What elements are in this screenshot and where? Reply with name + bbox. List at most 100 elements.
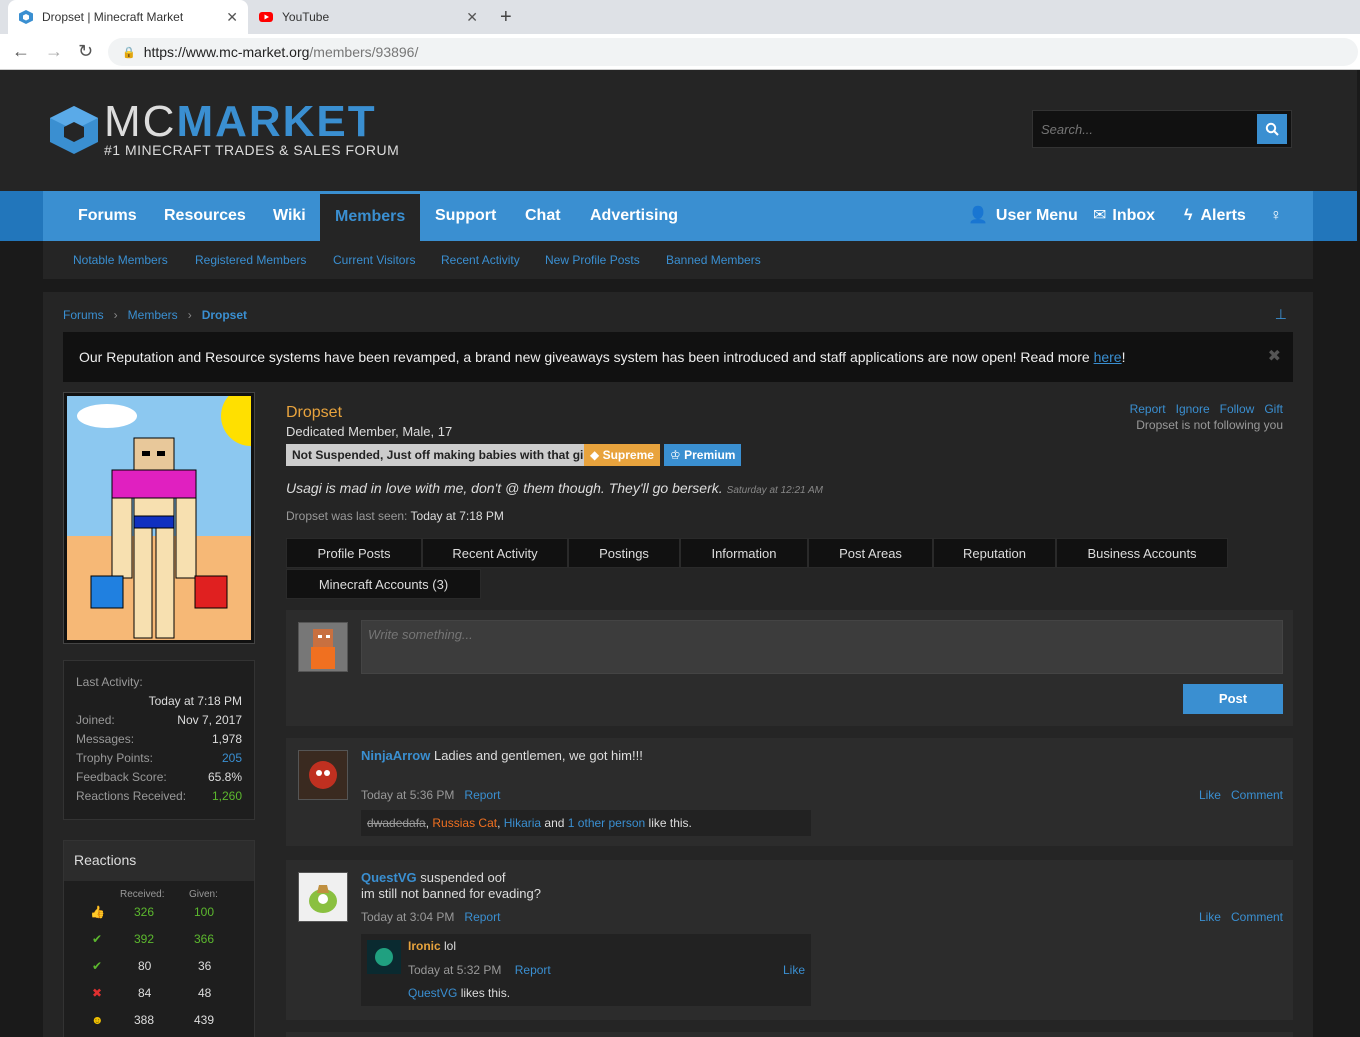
nav-user-menu[interactable]: 👤 User Menu: [968, 191, 1078, 241]
browser-tab-active[interactable]: Dropset | Minecraft Market ✕: [8, 0, 248, 34]
close-icon[interactable]: ✖: [1268, 332, 1281, 382]
stat-trophy-points[interactable]: 205: [222, 749, 242, 768]
report-link[interactable]: Report: [464, 788, 500, 802]
nav-chat[interactable]: Chat: [525, 191, 561, 241]
profile-avatar[interactable]: [63, 386, 281, 644]
tab-post-areas[interactable]: Post Areas: [808, 538, 933, 568]
likes-summary: dwadedafa, Russias Cat, Hikaria and 1 ot…: [361, 810, 811, 836]
new-tab-icon[interactable]: +: [500, 6, 512, 29]
report-link[interactable]: Report: [464, 910, 500, 924]
lightbulb-icon[interactable]: ♀: [1270, 191, 1282, 241]
browser-tab-title: YouTube: [282, 10, 330, 24]
tab-business-accounts[interactable]: Business Accounts: [1056, 538, 1228, 568]
comment-link[interactable]: Comment: [1231, 788, 1283, 802]
reaction-received: 84: [138, 986, 152, 1000]
stat-row: Trophy Points: 205: [76, 749, 242, 768]
subnav-new-profile-posts[interactable]: New Profile Posts: [545, 253, 640, 267]
browser-tab-youtube[interactable]: YouTube ✕: [248, 0, 488, 34]
url-field[interactable]: 🔒 https://www.mc-market.org/members/9389…: [108, 38, 1358, 66]
check-icon: ✔: [92, 959, 103, 973]
report-link[interactable]: Report: [1130, 402, 1166, 416]
site-header: MCMARKET #1 MINECRAFT TRADES & SALES FOR…: [0, 70, 1357, 191]
reaction-row: ☻ 388 439: [64, 1013, 254, 1037]
nav-wiki[interactable]: Wiki: [273, 191, 306, 241]
post-button[interactable]: Post: [1183, 684, 1283, 714]
tab-minecraft-accounts[interactable]: Minecraft Accounts (3): [286, 569, 481, 599]
subnav-current-visitors[interactable]: Current Visitors: [333, 253, 415, 267]
mcmarket-logo-icon[interactable]: [48, 104, 100, 156]
reaction-given: 366: [194, 932, 215, 946]
liker-user[interactable]: Russias Cat: [432, 816, 497, 830]
profile-post-input[interactable]: [361, 620, 1283, 674]
address-bar: ← → ↻ 🔒 https://www.mc-market.org/member…: [0, 34, 1360, 70]
browser-tab-strip: Dropset | Minecraft Market ✕ YouTube ✕ +: [0, 0, 1360, 34]
like-link[interactable]: Like: [783, 963, 805, 977]
thumbs-up-icon: 👍: [90, 905, 105, 919]
reaction-given: 439: [194, 1013, 215, 1027]
nav-forums[interactable]: Forums: [78, 191, 137, 241]
tab-profile-posts[interactable]: Profile Posts: [286, 538, 422, 568]
notice-banner: Our Reputation and Resource systems have…: [63, 332, 1293, 382]
close-tab-icon[interactable]: ✕: [466, 9, 478, 26]
logo-tagline: #1 MINECRAFT TRADES & SALES FORUM: [104, 142, 400, 158]
sub-nav: Notable Members Registered Members Curre…: [43, 241, 1313, 279]
avatar[interactable]: [298, 750, 348, 800]
subnav-notable-members[interactable]: Notable Members: [73, 253, 168, 267]
search-button[interactable]: [1257, 114, 1287, 144]
tab-reputation[interactable]: Reputation: [933, 538, 1056, 568]
ignore-link[interactable]: Ignore: [1176, 402, 1210, 416]
diamond-icon: ◆: [590, 448, 603, 462]
like-link[interactable]: Like: [1199, 788, 1221, 802]
nav-resources[interactable]: Resources: [164, 191, 246, 241]
search-input[interactable]: [1033, 121, 1255, 137]
likes-other-link[interactable]: 1 other person: [568, 816, 645, 830]
gift-link[interactable]: Gift: [1264, 402, 1283, 416]
profile-user-title: Dedicated Member, Male, 17: [286, 424, 453, 439]
post-author[interactable]: QuestVG: [361, 870, 417, 885]
post-author[interactable]: NinjaArrow: [361, 748, 430, 763]
nav-alerts[interactable]: ϟ Alerts: [1184, 191, 1246, 241]
last-seen-value: Today at 7:18 PM: [410, 509, 504, 523]
breadcrumb-current[interactable]: Dropset: [202, 308, 247, 322]
reaction-received: 388: [134, 1013, 155, 1027]
subnav-recent-activity[interactable]: Recent Activity: [441, 253, 520, 267]
liker-user[interactable]: Hikaria: [504, 816, 541, 830]
reactions-title: Reactions: [64, 841, 254, 881]
post-time[interactable]: Today at 5:36 PM: [361, 788, 454, 802]
breadcrumb-forums[interactable]: Forums: [63, 308, 104, 322]
nav-inbox[interactable]: ✉ Inbox: [1093, 191, 1155, 241]
tab-information[interactable]: Information: [680, 538, 808, 568]
forward-icon[interactable]: →: [45, 41, 63, 62]
avatar[interactable]: [367, 940, 401, 974]
close-tab-icon[interactable]: ✕: [226, 9, 238, 26]
reload-icon[interactable]: ↻: [78, 41, 93, 62]
tab-postings[interactable]: Postings: [568, 538, 680, 568]
breadcrumb-members[interactable]: Members: [128, 308, 178, 322]
nav-members[interactable]: Members: [320, 191, 421, 241]
comment-author[interactable]: Ironic: [408, 939, 441, 953]
likes-tail: likes this.: [457, 986, 511, 1000]
site-logo[interactable]: MCMARKET: [104, 100, 377, 144]
comment-link[interactable]: Comment: [1231, 910, 1283, 924]
tab-recent-activity[interactable]: Recent Activity: [422, 538, 568, 568]
avatar[interactable]: [298, 872, 348, 922]
subnav-registered-members[interactable]: Registered Members: [195, 253, 306, 267]
supreme-badge-label: Supreme: [602, 448, 654, 462]
like-link[interactable]: Like: [1199, 910, 1221, 924]
report-link[interactable]: Report: [515, 963, 551, 977]
nav-advertising[interactable]: Advertising: [590, 191, 678, 241]
follow-link[interactable]: Follow: [1220, 402, 1255, 416]
liker-user[interactable]: dwadedafa: [367, 816, 426, 830]
browser-tab-title: Dropset | Minecraft Market: [42, 10, 184, 24]
sitemap-icon[interactable]: ⊥: [1275, 306, 1287, 323]
liker-user[interactable]: QuestVG: [408, 986, 457, 1000]
reactions-given-label: Given:: [189, 889, 218, 900]
post-time[interactable]: Today at 3:04 PM: [361, 910, 454, 924]
post-composer: Post: [286, 610, 1293, 726]
lock-icon: 🔒: [122, 46, 136, 59]
comment-time[interactable]: Today at 5:32 PM: [408, 963, 501, 977]
nav-support[interactable]: Support: [435, 191, 496, 241]
subnav-banned-members[interactable]: Banned Members: [666, 253, 761, 267]
back-icon[interactable]: ←: [12, 41, 30, 62]
notice-link[interactable]: here: [1094, 349, 1122, 365]
